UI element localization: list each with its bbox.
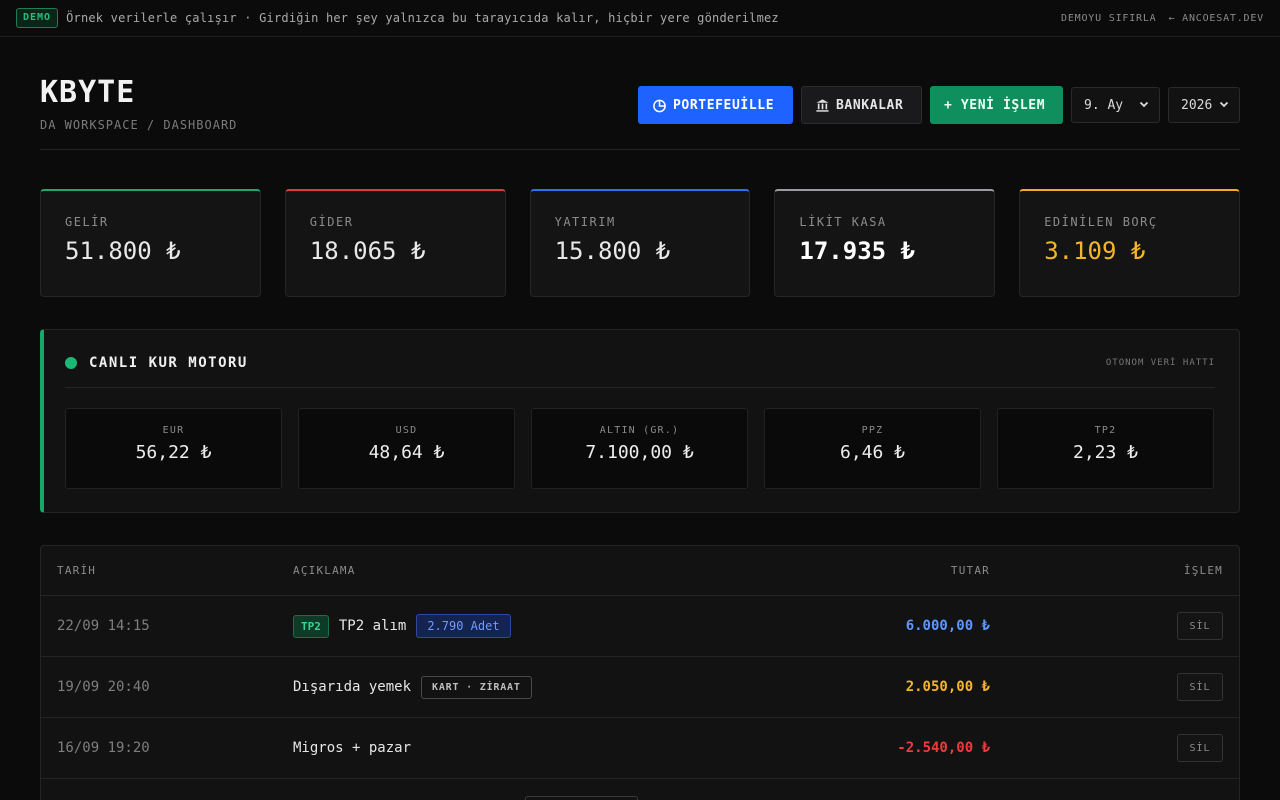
divider [65,387,1215,388]
delete-button[interactable]: SİL [1177,612,1223,640]
banner-links: DEMOYU SIFIRLA ← ANCOESAT.DEV [1061,13,1264,24]
new-transaction-button[interactable]: + YENİ İŞLEM [930,86,1063,124]
expense-card: GİDER 18.065 ₺ [284,189,506,297]
income-value: 51.800 ₺ [65,237,181,265]
rate-code: TP2 [1094,425,1117,436]
rate-value: 2,23 ₺ [1072,442,1139,463]
rate-list: EUR 56,22 ₺ USD 48,64 ₺ ALTIN (GR.) 7.10… [65,408,1215,489]
row-amount: 6.000,00 ₺ [905,618,990,634]
description-text: Migros + pazar [293,740,412,756]
rate-card-tp2: TP2 2,23 ₺ [997,408,1214,489]
row-date: 16/09 19:20 [57,740,150,756]
liquid-cash-label: LİKİT KASA [799,215,887,229]
chevron-down-icon [1219,98,1229,113]
transactions-table: TARİH AÇIKLAMA TUTAR İŞLEM 22/09 14:15 T… [40,545,1240,800]
portfolio-label: PORTEFEUİLLE [673,97,775,113]
investment-card: YATIRIM 15.800 ₺ [529,189,751,297]
column-header-amount[interactable]: TUTAR [743,564,990,577]
back-to-site-link[interactable]: ← ANCOESAT.DEV [1169,13,1265,24]
row-date: 19/09 20:40 [57,679,150,695]
row-amount: -2.540,00 ₺ [897,740,990,756]
banks-button[interactable]: BANKALAR [801,86,922,124]
debt-value: 3.109 ₺ [1044,237,1146,265]
bank-icon [815,98,830,113]
row-date: 22/09 14:15 [57,618,150,634]
asset-tag: TP2 [293,614,329,638]
row-description: Dışarıda yemek KART · ZİRAAT [293,675,743,699]
banks-label: BANKALAR [836,97,904,113]
rate-card-ppz: PPZ 6,46 ₺ [764,408,981,489]
table-row[interactable]: 16/09 19:20 Migros + pazar -2.540,00 ₺ S… [41,718,1239,779]
rate-value: 48,64 ₺ [368,442,445,463]
rate-value: 6,46 ₺ [839,442,906,463]
column-header-date[interactable]: TARİH [57,564,293,577]
new-transaction-label: + YENİ İŞLEM [944,97,1046,113]
quantity-badge: 2.790 Adet [416,614,511,638]
header-actions: PORTEFEUİLLE BANKALAR + YENİ İŞLEM 9. Ay… [638,86,1240,124]
liquid-cash-value: 17.935 ₺ [799,237,915,265]
column-header-action: İŞLEM [1183,564,1223,577]
rate-card-eur: EUR 56,22 ₺ [65,408,282,489]
summary-cards: GELİR 51.800 ₺ GİDER 18.065 ₺ YATIRIM 15… [40,189,1240,297]
income-card: GELİR 51.800 ₺ [40,189,261,297]
debt-label: EDİNİLEN BORÇ [1044,215,1158,229]
rate-code: ALTIN (GR.) [599,425,680,436]
expense-value: 18.065 ₺ [309,237,426,265]
rate-card-gold: ALTIN (GR.) 7.100,00 ₺ [531,408,748,489]
year-value: 2026 [1181,97,1213,113]
column-header-description[interactable]: AÇIKLAMA [293,564,743,577]
rates-subtitle: OTONOM VERİ HATTI [1105,358,1215,368]
description-text: Dışarıda yemek [293,679,412,695]
rate-code: PPZ [861,425,884,436]
demo-banner: DEMO Örnek verilerle çalışır · Girdiğin … [0,0,1280,37]
demo-badge: DEMO [16,8,59,28]
demo-notice: Örnek verilerle çalışır · Girdiğin her ş… [66,11,779,25]
portfolio-button[interactable]: PORTEFEUİLLE [638,86,793,124]
liquid-cash-card: LİKİT KASA 17.935 ₺ [774,189,996,297]
month-value: 9. Ay [1084,97,1124,113]
income-label: GELİR [65,215,109,229]
year-select[interactable]: 2026 [1168,87,1240,123]
month-select[interactable]: 9. Ay [1071,87,1160,123]
table-row[interactable]: 19/09 20:40 Dışarıda yemek KART · ZİRAAT… [41,657,1239,718]
rate-code: EUR [162,425,185,436]
page-header: KBYTE DA WORKSPACE / DASHBOARD PORTEFEUİ… [40,78,1240,150]
reset-demo-link[interactable]: DEMOYU SIFIRLA [1061,13,1157,24]
investment-value: 15.800 ₺ [554,237,671,265]
row-amount: 2.050,00 ₺ [905,679,990,695]
rate-card-usd: USD 48,64 ₺ [298,408,515,489]
delete-button[interactable]: SİL [1177,734,1223,762]
pie-chart-icon [652,98,667,113]
partial-row-badge [525,796,638,800]
rate-value: 7.100,00 ₺ [585,442,694,463]
description-text: TP2 alım [338,618,407,634]
payment-method-badge: KART · ZİRAAT [421,675,532,699]
rate-code: USD [395,425,418,436]
chevron-down-icon [1139,98,1149,113]
live-status-dot [65,357,77,369]
delete-button[interactable]: SİL [1177,673,1223,701]
table-header: TARİH AÇIKLAMA TUTAR İŞLEM [41,546,1239,596]
table-row[interactable]: 22/09 14:15 TP2 TP2 alım 2.790 Adet 6.00… [41,596,1239,657]
rates-title: CANLI KUR MOTORU [89,355,248,371]
rate-value: 56,22 ₺ [135,442,212,463]
live-rates-panel: CANLI KUR MOTORU OTONOM VERİ HATTI EUR 5… [40,329,1240,513]
rates-header: CANLI KUR MOTORU OTONOM VERİ HATTI [65,350,1215,376]
row-description: Migros + pazar [293,740,743,756]
investment-label: YATIRIM [554,215,616,229]
row-description: TP2 TP2 alım 2.790 Adet [293,614,743,638]
expense-label: GİDER [309,215,354,229]
debt-card: EDİNİLEN BORÇ 3.109 ₺ [1019,189,1240,297]
